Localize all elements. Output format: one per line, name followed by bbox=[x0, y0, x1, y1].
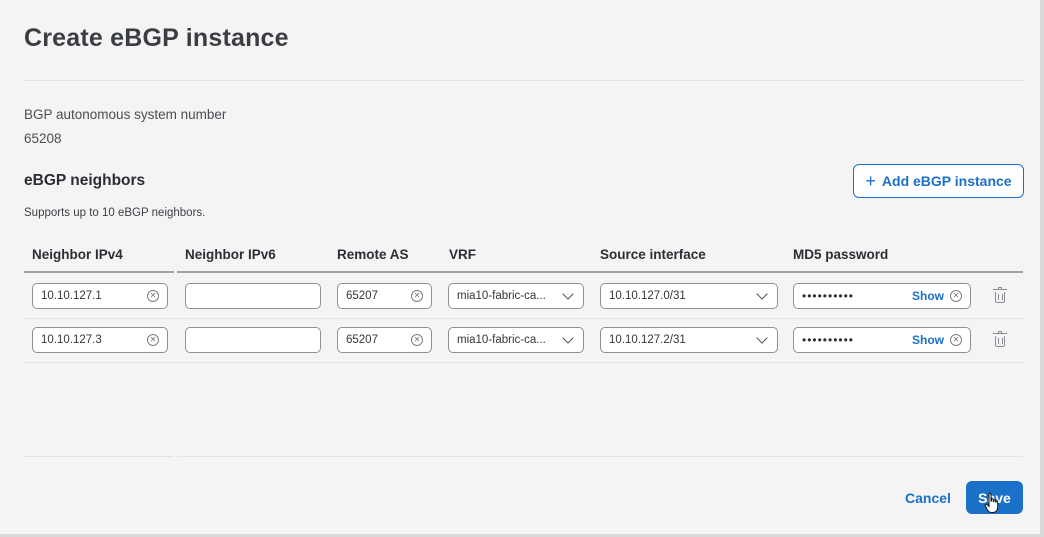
vrf-select[interactable]: mia10-fabric-ca... bbox=[448, 283, 584, 309]
remote-as-value: 65207 bbox=[346, 290, 378, 302]
clear-circle-icon[interactable]: ✕ bbox=[147, 334, 159, 346]
vrf-value: mia10-fabric-ca... bbox=[457, 334, 546, 346]
chevron-down-icon bbox=[562, 332, 574, 344]
clear-circle-icon[interactable]: ✕ bbox=[147, 290, 159, 302]
show-password-link[interactable]: Show bbox=[912, 333, 944, 347]
header-divider bbox=[24, 80, 1024, 81]
header-underline bbox=[24, 271, 174, 273]
chevron-down-icon bbox=[756, 288, 768, 300]
column-header-vrf: VRF bbox=[449, 247, 476, 262]
column-header-md5-password: MD5 password bbox=[793, 247, 889, 262]
header-underline bbox=[177, 271, 1023, 273]
plus-icon: + bbox=[865, 171, 876, 191]
hand-pointer-icon bbox=[984, 492, 999, 513]
footer-divider bbox=[177, 456, 1023, 457]
source-interface-value: 10.10.127.0/31 bbox=[609, 290, 686, 302]
source-interface-value: 10.10.127.2/31 bbox=[609, 334, 686, 346]
add-ebgp-instance-label: Add eBGP instance bbox=[881, 173, 1012, 189]
source-interface-select[interactable]: 10.10.127.0/31 bbox=[600, 283, 778, 309]
vrf-value: mia10-fabric-ca... bbox=[457, 290, 546, 302]
create-ebgp-dialog: Create eBGP instance BGP autonomous syst… bbox=[0, 0, 1040, 534]
column-header-neighbor-ipv6: Neighbor IPv6 bbox=[185, 247, 276, 262]
clear-circle-icon[interactable]: ✕ bbox=[411, 334, 423, 346]
md5-password-input[interactable]: •••••••••• Show ✕ bbox=[793, 283, 971, 309]
asn-label: BGP autonomous system number bbox=[24, 107, 227, 122]
vrf-select[interactable]: mia10-fabric-ca... bbox=[448, 327, 584, 353]
password-mask: •••••••••• bbox=[802, 289, 855, 303]
remote-as-value: 65207 bbox=[346, 334, 378, 346]
remote-as-input[interactable]: 65207 ✕ bbox=[337, 327, 432, 353]
neighbors-section-title: eBGP neighbors bbox=[24, 172, 146, 189]
clear-circle-icon[interactable]: ✕ bbox=[950, 290, 962, 302]
md5-password-input[interactable]: •••••••••• Show ✕ bbox=[793, 327, 971, 353]
password-mask: •••••••••• bbox=[802, 333, 855, 347]
cancel-button[interactable]: Cancel bbox=[897, 484, 959, 512]
neighbor-ipv4-value: 10.10.127.1 bbox=[41, 290, 102, 302]
chevron-down-icon bbox=[756, 332, 768, 344]
column-header-source-interface: Source interface bbox=[600, 247, 706, 262]
clear-circle-icon[interactable]: ✕ bbox=[950, 334, 962, 346]
chevron-down-icon bbox=[562, 288, 574, 300]
dialog-title: Create eBGP instance bbox=[24, 24, 289, 52]
trash-icon[interactable] bbox=[993, 331, 1007, 347]
source-interface-select[interactable]: 10.10.127.2/31 bbox=[600, 327, 778, 353]
column-header-neighbor-ipv4: Neighbor IPv4 bbox=[32, 247, 123, 262]
clear-circle-icon[interactable]: ✕ bbox=[411, 290, 423, 302]
show-password-link[interactable]: Show bbox=[912, 289, 944, 303]
asn-value: 65208 bbox=[24, 131, 62, 146]
row-divider bbox=[24, 362, 1024, 363]
neighbor-ipv6-input[interactable] bbox=[185, 327, 321, 353]
column-header-remote-as: Remote AS bbox=[337, 247, 409, 262]
add-ebgp-instance-button[interactable]: + Add eBGP instance bbox=[853, 164, 1024, 198]
neighbors-limit-note: Supports up to 10 eBGP neighbors. bbox=[24, 207, 206, 219]
neighbor-ipv4-input[interactable]: 10.10.127.1 ✕ bbox=[32, 283, 168, 309]
footer-divider bbox=[24, 456, 174, 457]
neighbor-ipv4-input[interactable]: 10.10.127.3 ✕ bbox=[32, 327, 168, 353]
remote-as-input[interactable]: 65207 ✕ bbox=[337, 283, 432, 309]
row-divider bbox=[24, 318, 1024, 319]
neighbor-ipv4-value: 10.10.127.3 bbox=[41, 334, 102, 346]
trash-icon[interactable] bbox=[993, 287, 1007, 303]
neighbor-ipv6-input[interactable] bbox=[185, 283, 321, 309]
